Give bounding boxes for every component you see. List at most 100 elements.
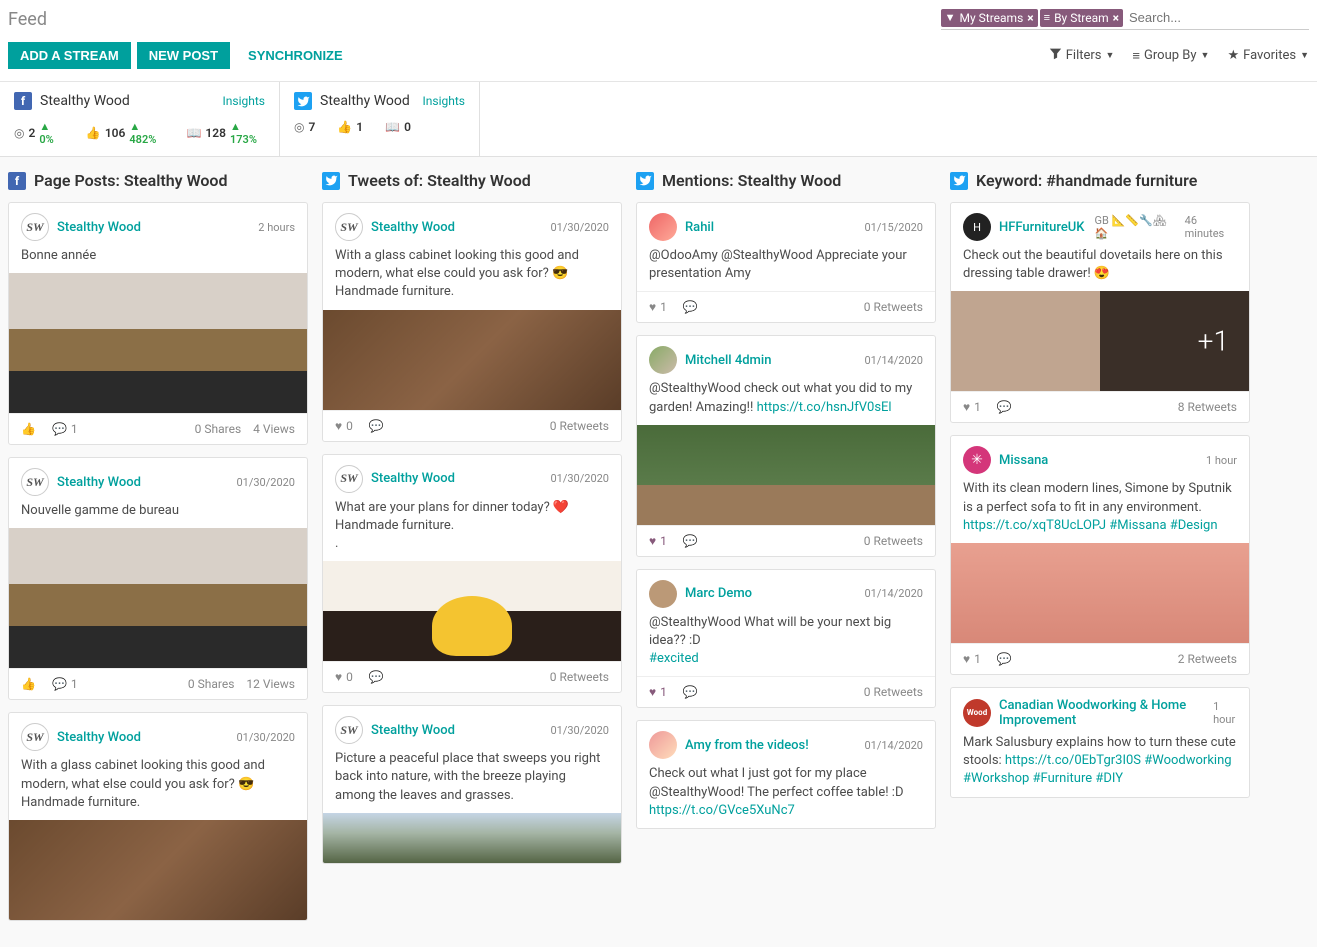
avatar: SW xyxy=(335,465,363,493)
post-card[interactable]: SW Stealthy Wood 01/30/2020 Picture a pe… xyxy=(322,705,622,864)
heart-icon[interactable]: ♥ 1 xyxy=(649,534,667,548)
search-input[interactable] xyxy=(1125,8,1309,27)
timestamp: 01/30/2020 xyxy=(550,472,609,485)
comment-icon[interactable]: 💬 xyxy=(683,300,698,314)
add-stream-button[interactable]: ADD A STREAM xyxy=(8,42,131,69)
link[interactable]: https://t.co/hsnJfV0sEl xyxy=(757,400,892,415)
synchronize-button[interactable]: SYNCHRONIZE xyxy=(236,42,355,69)
author-link[interactable]: Stealthy Wood xyxy=(371,471,455,486)
close-icon[interactable]: × xyxy=(1027,11,1033,25)
post-card[interactable]: SW Stealthy Wood 01/30/2020 With a glass… xyxy=(8,712,308,921)
author-link[interactable]: Stealthy Wood xyxy=(57,730,141,745)
page-title: Feed xyxy=(8,9,47,30)
filters-dropdown[interactable]: Filters ▼ xyxy=(1049,47,1115,64)
avatar xyxy=(963,446,991,474)
post-image[interactable] xyxy=(637,425,935,525)
post-body: Mark Salusbury explains how to turn thes… xyxy=(951,734,1249,797)
like-icon[interactable]: 👍 xyxy=(21,422,36,436)
author-link[interactable]: HFFurnitureUK xyxy=(999,220,1085,235)
comment-icon[interactable]: 💬 1 xyxy=(52,677,78,691)
insights-link[interactable]: Insights xyxy=(223,94,265,108)
author-link[interactable]: Canadian Woodworking & Home Improvement xyxy=(999,698,1205,728)
timestamp: 01/30/2020 xyxy=(236,476,295,489)
author-link[interactable]: Stealthy Wood xyxy=(371,220,455,235)
post-body: @OdooAmy @StealthyWood Appreciate your p… xyxy=(637,247,935,291)
comment-icon[interactable]: 💬 xyxy=(683,534,698,548)
author-link[interactable]: Rahil xyxy=(685,220,714,235)
post-image[interactable] xyxy=(323,561,621,661)
post-body: @StealthyWood check out what you did to … xyxy=(637,380,935,424)
timestamp: 46 minutes xyxy=(1185,214,1237,240)
timestamp: 01/30/2020 xyxy=(236,731,295,744)
filter-chip-streams[interactable]: ▼ My Streams × xyxy=(941,9,1038,27)
heart-icon[interactable]: ♥ 1 xyxy=(649,685,667,699)
comment-icon[interactable]: 💬 xyxy=(369,419,384,433)
author-link[interactable]: Amy from the videos! xyxy=(685,738,809,753)
post-card[interactable]: SW Stealthy Wood 2 hours Bonne année 👍 💬… xyxy=(8,202,308,445)
link[interactable]: #excited xyxy=(649,651,699,666)
author-link[interactable]: Stealthy Wood xyxy=(57,220,141,235)
author-link[interactable]: Mitchell 4dmin xyxy=(685,353,771,368)
filter-chip-bystream[interactable]: ≡ By Stream × xyxy=(1040,9,1123,27)
post-image[interactable] xyxy=(9,273,307,413)
post-card[interactable]: SW Stealthy Wood 01/30/2020 Nouvelle gam… xyxy=(8,457,308,700)
timestamp: 1 hour xyxy=(1213,700,1237,726)
like-icon[interactable]: 👍 xyxy=(21,677,36,691)
comment-icon[interactable]: 💬 xyxy=(369,670,384,684)
heart-icon[interactable]: ♥ 1 xyxy=(963,400,981,414)
new-post-button[interactable]: NEW POST xyxy=(137,42,230,69)
post-card[interactable]: Marc Demo 01/14/2020 @StealthyWood What … xyxy=(636,569,936,709)
avatar: H xyxy=(963,213,991,241)
post-image[interactable] xyxy=(9,528,307,668)
favorites-label: Favorites xyxy=(1243,48,1296,63)
heart-icon[interactable]: ♥ 0 xyxy=(335,419,353,433)
heart-icon[interactable]: ♥ 0 xyxy=(335,670,353,684)
groupby-dropdown[interactable]: ≡ Group By ▼ xyxy=(1132,48,1209,64)
link[interactable]: https://t.co/xqT8UcLOPJ #Missana #Design xyxy=(963,518,1218,533)
insights-link[interactable]: Insights xyxy=(423,94,465,108)
stream-column: Mentions: Stealthy Wood Rahil 01/15/2020… xyxy=(636,171,936,841)
post-card[interactable]: SW Stealthy Wood 01/30/2020 What are you… xyxy=(322,454,622,694)
caret-down-icon: ▼ xyxy=(1300,50,1309,61)
author-link[interactable]: Stealthy Wood xyxy=(57,475,141,490)
post-body: With a glass cabinet looking this good a… xyxy=(323,247,621,310)
heart-icon[interactable]: ♥ 1 xyxy=(649,300,667,314)
author-link[interactable]: Marc Demo xyxy=(685,586,752,601)
timestamp: 01/14/2020 xyxy=(864,354,923,367)
author-link[interactable]: Stealthy Wood xyxy=(371,723,455,738)
post-card[interactable]: Rahil 01/15/2020 @OdooAmy @StealthyWood … xyxy=(636,202,936,323)
post-body: Nouvelle gamme de bureau xyxy=(9,502,307,528)
post-image[interactable]: +1 xyxy=(951,291,1249,391)
post-card[interactable]: Amy from the videos! 01/14/2020 Check ou… xyxy=(636,720,936,829)
post-image[interactable] xyxy=(9,820,307,920)
avatar xyxy=(649,346,677,374)
comment-icon[interactable]: 💬 xyxy=(997,400,1012,414)
link[interactable]: https://t.co/GVce5XuNc7 xyxy=(649,803,795,818)
retweets-count: 0 Retweets xyxy=(864,300,923,314)
post-image[interactable] xyxy=(323,310,621,410)
twitter-icon xyxy=(322,172,340,190)
comment-icon[interactable]: 💬 xyxy=(683,685,698,699)
post-body: Check out what I just got for my place @… xyxy=(637,765,935,828)
close-icon[interactable]: × xyxy=(1113,11,1119,25)
post-image[interactable] xyxy=(323,813,621,863)
facebook-icon: f xyxy=(14,92,32,110)
heart-icon[interactable]: ♥ 1 xyxy=(963,652,981,666)
more-overlay[interactable]: +1 xyxy=(1198,325,1229,358)
stats-account-name: Stealthy Wood xyxy=(320,93,410,109)
post-image[interactable] xyxy=(951,543,1249,643)
comment-icon[interactable]: 💬 1 xyxy=(52,422,78,436)
post-card[interactable]: Missana 1 hour With its clean modern lin… xyxy=(950,435,1250,675)
stats-account-name: Stealthy Wood xyxy=(40,93,130,109)
comment-icon[interactable]: 💬 xyxy=(997,652,1012,666)
timestamp: 1 hour xyxy=(1206,454,1237,467)
post-body: What are your plans for dinner today? ❤️… xyxy=(323,499,621,562)
post-card[interactable]: Mitchell 4dmin 01/14/2020 @StealthyWood … xyxy=(636,335,936,556)
author-link[interactable]: Missana xyxy=(999,453,1048,468)
post-card[interactable]: H HFFurnitureUK GB 📐📏🔧🏘🏠 46 minutes Chec… xyxy=(950,202,1250,423)
post-card[interactable]: SW Stealthy Wood 01/30/2020 With a glass… xyxy=(322,202,622,442)
favorites-dropdown[interactable]: ★ Favorites ▼ xyxy=(1227,48,1309,63)
chip-label: My Streams xyxy=(960,11,1024,25)
post-body: Check out the beautiful dovetails here o… xyxy=(951,247,1249,291)
post-card[interactable]: Wood Canadian Woodworking & Home Improve… xyxy=(950,687,1250,798)
